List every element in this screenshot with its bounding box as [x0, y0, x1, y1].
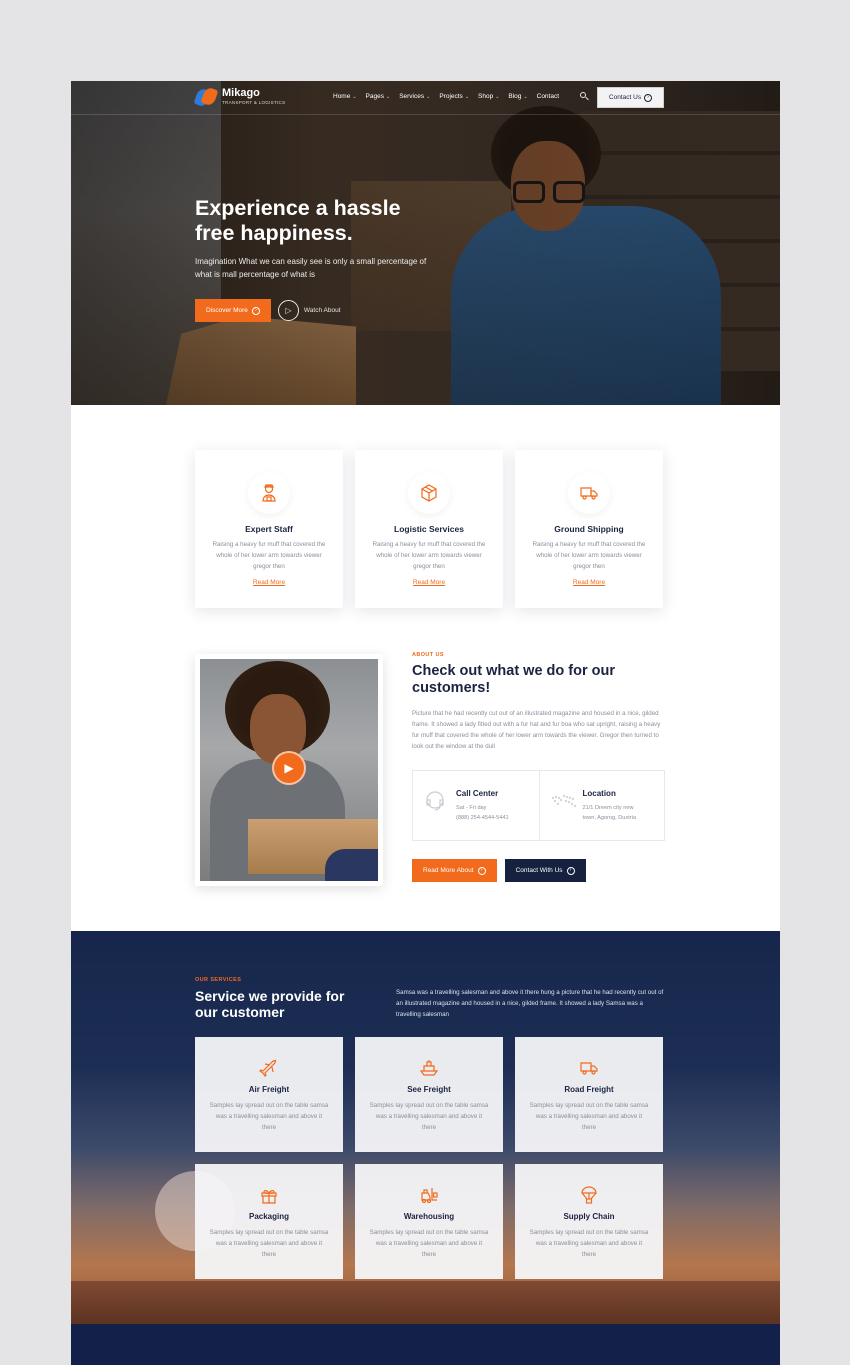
nav-home[interactable]: Home ⌄ — [333, 93, 357, 100]
discover-more-button[interactable]: Discover More › — [195, 299, 271, 322]
contact-info-box: Call Center Sat - Fri day (888) 254-4544… — [412, 770, 665, 841]
nav-services[interactable]: Services ⌄ — [399, 93, 430, 100]
play-video-button[interactable]: ▶ — [272, 751, 306, 785]
arrow-right-icon: › — [644, 93, 653, 102]
read-more-about-button[interactable]: Read More About › — [412, 859, 497, 882]
about-eyebrow: ABOUT US — [412, 652, 444, 658]
services-eyebrow: OUR SERVICES — [195, 977, 242, 983]
gift-icon — [259, 1185, 279, 1205]
hero-actions: Discover More › ▷ Watch About — [195, 299, 341, 322]
service-card[interactable]: Warehousing Samples lay spread out on th… — [355, 1164, 503, 1279]
services-description: Samsa was a travelling salesman and abov… — [396, 989, 664, 1018]
arrow-right-icon: › — [566, 866, 575, 875]
feature-card: Logistic Services Raising a heavy fur mu… — [355, 450, 503, 608]
staff-icon — [248, 472, 290, 514]
nav-projects[interactable]: Projects ⌄ — [439, 93, 469, 100]
truck-icon — [568, 472, 610, 514]
about-image-frame: ▶ — [195, 654, 383, 886]
nav-blog[interactable]: Blog ⌄ — [508, 93, 527, 100]
chevron-down-icon: ⌄ — [426, 93, 431, 100]
read-more-link[interactable]: Read More — [195, 579, 343, 586]
brand-logo[interactable]: Mikago TRANSPORT & LOGISTICS — [193, 86, 286, 108]
contact-with-us-button[interactable]: Contact With Us › — [504, 859, 586, 882]
about-photo: ▶ — [200, 659, 378, 881]
truck-icon — [579, 1058, 599, 1078]
feature-card: Expert Staff Raising a heavy fur muff th… — [195, 450, 343, 608]
ship-icon — [419, 1058, 439, 1078]
hero-title: Experience a hassle free happiness. — [195, 196, 401, 245]
read-more-link[interactable]: Read More — [355, 579, 503, 586]
footer-band — [71, 1324, 780, 1365]
hero-text: Experience a hassle free happiness. Imag… — [195, 196, 455, 281]
service-card[interactable]: See Freight Samples lay spread out on th… — [355, 1037, 503, 1152]
watch-about-button[interactable]: ▷ Watch About — [277, 300, 341, 321]
main-menu: Home ⌄ Pages ⌄ Services ⌄ Projects ⌄ Shop ⌄ B… — [333, 93, 559, 100]
arrow-right-icon: › — [251, 306, 260, 315]
chevron-down-icon: ⌄ — [385, 93, 391, 100]
call-center-info: Call Center Sat - Fri day (888) 254-4544… — [413, 771, 539, 840]
search-icon[interactable] — [580, 92, 589, 101]
contact-us-button[interactable]: Contact Us › — [597, 87, 664, 108]
play-icon: ▷ — [277, 300, 299, 321]
about-title: Check out what we do for our customers! — [412, 663, 616, 696]
nav-pages[interactable]: Pages ⌄ — [366, 93, 391, 100]
chevron-down-icon: ⌄ — [464, 93, 470, 100]
logo-icon — [193, 86, 219, 108]
services-section: OUR SERVICES Service we provide for our … — [71, 931, 780, 1324]
about-section: ABOUT US Check out what we do for our cu… — [412, 652, 667, 752]
feature-cards: Expert Staff Raising a heavy fur muff th… — [195, 450, 663, 608]
nav-shop[interactable]: Shop ⌄ — [478, 93, 499, 100]
nav-contact[interactable]: Contact — [537, 93, 559, 100]
page: Mikago TRANSPORT & LOGISTICS Home ⌄ Pages… — [71, 81, 780, 1365]
headset-icon — [422, 788, 448, 814]
service-card[interactable]: Road Freight Samples lay spread out on t… — [515, 1037, 663, 1152]
about-actions: Read More About › Contact With Us › — [412, 859, 586, 882]
arrow-right-icon: › — [477, 866, 486, 875]
services-grid: Air Freight Samples lay spread out on th… — [195, 1037, 663, 1279]
feature-card: Ground Shipping Raising a heavy fur muff… — [515, 450, 663, 608]
chevron-down-icon: ⌄ — [495, 93, 500, 100]
service-card[interactable]: Air Freight Samples lay spread out on th… — [195, 1037, 343, 1152]
chevron-down-icon: ⌄ — [352, 93, 357, 100]
hero-subtitle: Imagination What we can easily see is on… — [195, 257, 427, 279]
brand-name: Mikago — [222, 87, 260, 100]
plane-icon — [259, 1058, 279, 1078]
parachute-icon — [579, 1185, 599, 1205]
brand-tagline: TRANSPORT & LOGISTICS — [222, 100, 286, 106]
top-navigation: Mikago TRANSPORT & LOGISTICS Home ⌄ Pages… — [71, 81, 780, 115]
service-card[interactable]: Supply Chain Samples lay spread out on t… — [515, 1164, 663, 1279]
world-map-icon — [549, 788, 576, 814]
chevron-down-icon: ⌄ — [523, 93, 528, 100]
read-more-link[interactable]: Read More — [515, 579, 663, 586]
forklift-icon — [419, 1185, 439, 1205]
about-description: Picture that he had recently cut out of … — [412, 710, 661, 750]
services-title: Service we provide for our customer — [195, 988, 345, 1020]
hero-section: Mikago TRANSPORT & LOGISTICS Home ⌄ Pages… — [71, 81, 780, 405]
service-card[interactable]: Packaging Samples lay spread out on the … — [195, 1164, 343, 1279]
box-icon — [408, 472, 450, 514]
location-info: Location 21/1 Dreem city new town, Agoro… — [538, 771, 665, 840]
